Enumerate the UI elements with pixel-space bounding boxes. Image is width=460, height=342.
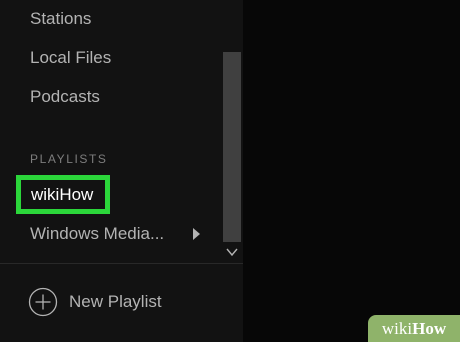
playlist-item-windows-media[interactable]: Windows Media... [30, 223, 208, 245]
new-playlist-button[interactable]: New Playlist [28, 287, 218, 317]
nav-item-podcasts[interactable]: Podcasts [30, 87, 100, 107]
spotify-window: Stations Local Files Podcasts PLAYLISTS … [0, 0, 460, 342]
scrollbar-thumb[interactable] [223, 52, 241, 242]
nav-item-local-files[interactable]: Local Files [30, 48, 111, 68]
sidebar-divider [0, 263, 243, 264]
main-panel [243, 0, 460, 342]
playlist-item-wikihow[interactable]: wikiHow [16, 175, 110, 214]
new-playlist-label: New Playlist [69, 292, 162, 311]
wikihow-watermark: wiki How [368, 315, 460, 342]
nav-item-stations[interactable]: Stations [30, 9, 91, 29]
sidebar: Stations Local Files Podcasts PLAYLISTS … [0, 0, 243, 342]
watermark-part2: How [412, 318, 447, 338]
playlists-header: PLAYLISTS [30, 152, 108, 166]
caret-right-icon[interactable] [193, 228, 200, 240]
chevron-down-icon[interactable] [226, 246, 238, 258]
watermark-part1: wiki [381, 318, 413, 338]
playlist-item-label: Windows Media... [30, 224, 165, 243]
plus-circle-icon [28, 287, 58, 317]
sidebar-scrollbar[interactable] [221, 52, 243, 262]
playlist-item-label: wikiHow [31, 184, 94, 204]
